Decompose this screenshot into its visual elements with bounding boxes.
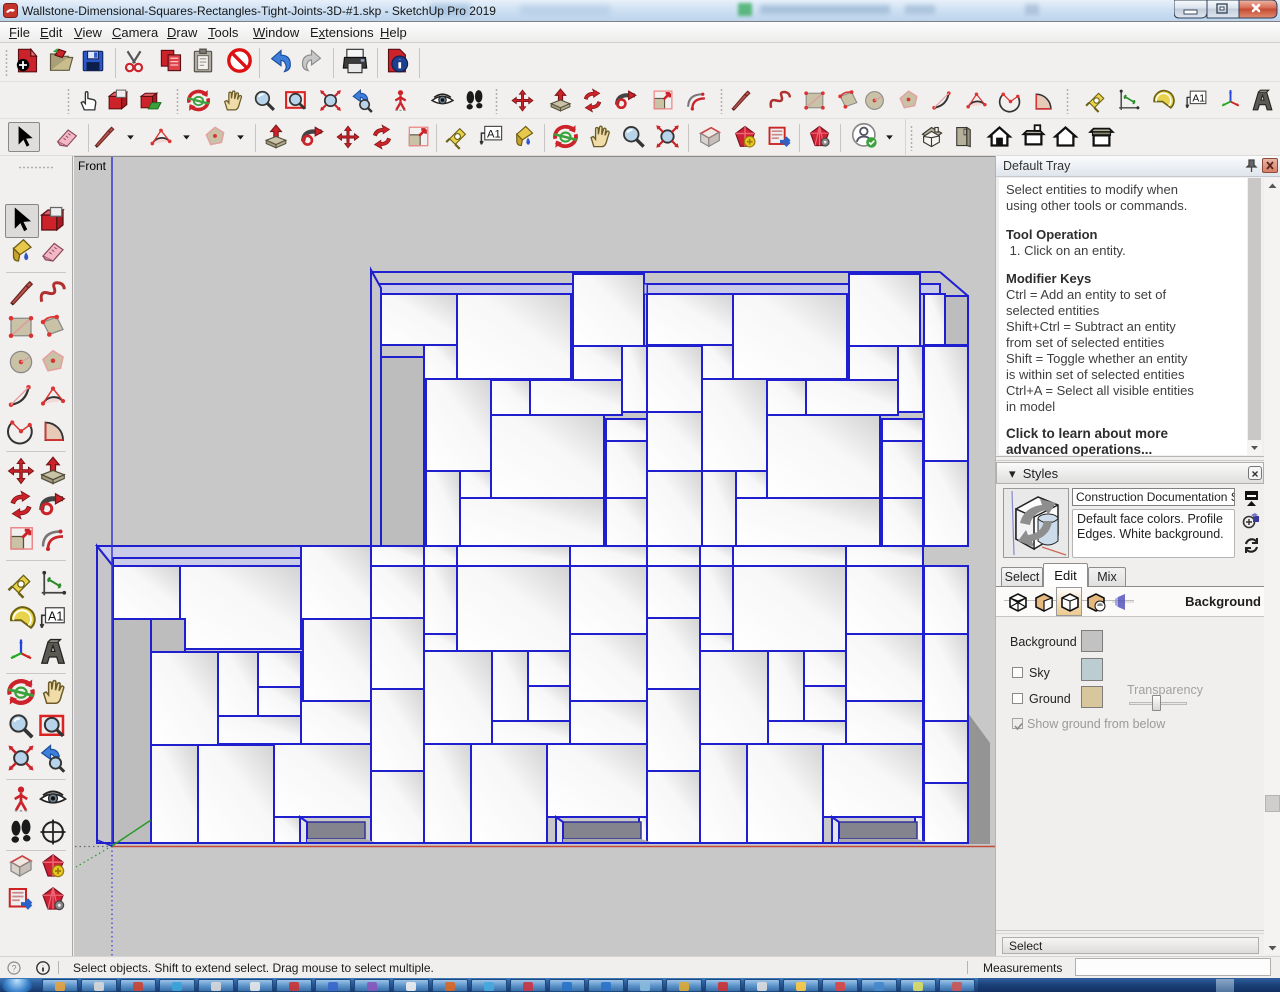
svg-text:?: ? xyxy=(12,964,17,974)
